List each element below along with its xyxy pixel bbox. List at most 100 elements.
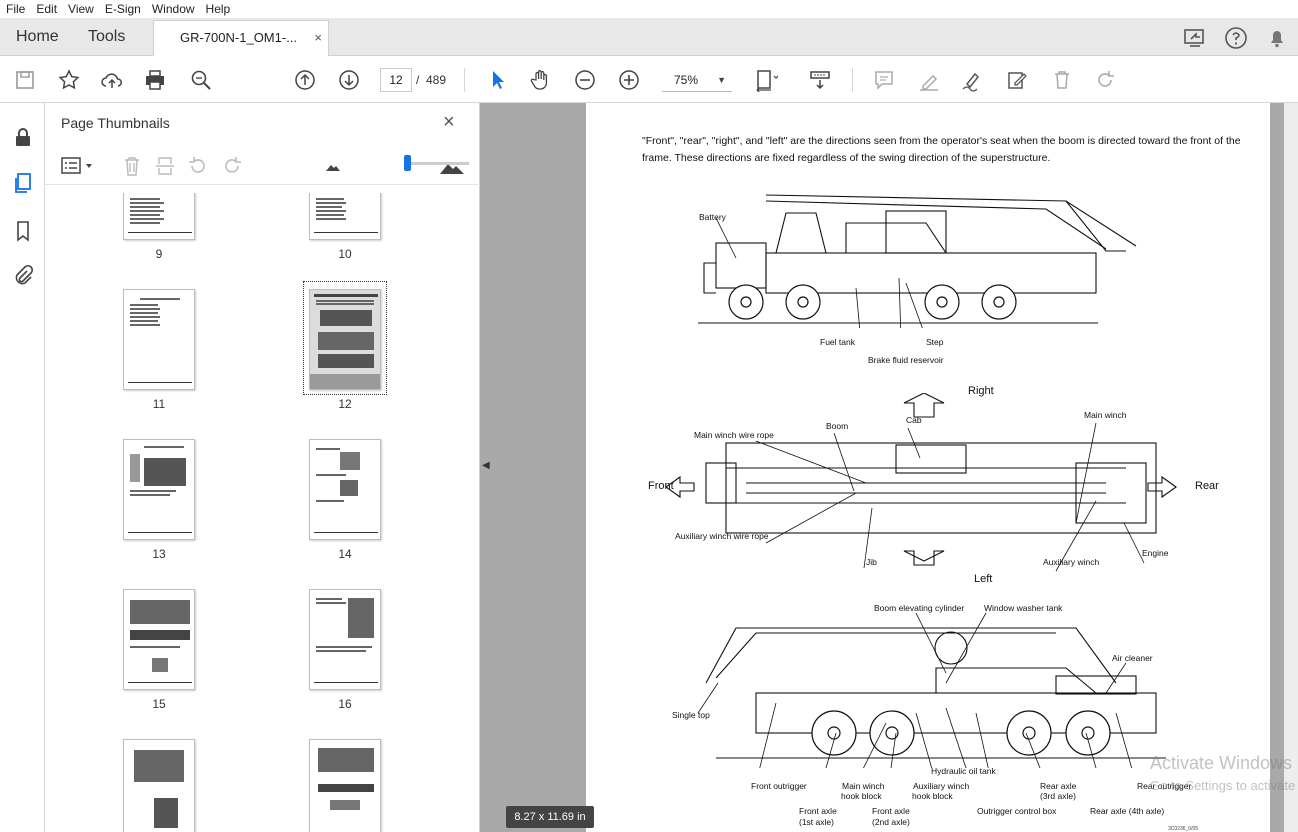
activation-watermark-title: Activate Windows [1150, 753, 1293, 773]
zoom-in-icon[interactable] [615, 66, 643, 94]
thumbnail-size-slider[interactable] [407, 162, 469, 165]
save-icon[interactable] [11, 66, 39, 94]
label-rear-axle-3-b: (3rd axle) [1040, 791, 1076, 801]
page-number-input[interactable]: 12 [380, 68, 412, 92]
page-total: 489 [426, 73, 447, 87]
toolbar-divider [464, 68, 465, 92]
thumbnail-label: 9 [155, 247, 163, 261]
activation-watermark-subtitle: Go to Settings to activate [1150, 778, 1296, 793]
bookmark-icon[interactable] [11, 219, 35, 243]
zoom-out-icon[interactable] [571, 66, 599, 94]
previous-page-icon[interactable] [291, 66, 319, 94]
print-icon[interactable] [141, 66, 169, 94]
next-page-icon[interactable] [335, 66, 363, 94]
lock-icon[interactable] [11, 125, 35, 149]
extract-page-icon[interactable] [154, 155, 176, 177]
scroll-mode-icon[interactable] [806, 66, 834, 94]
highlight-pen-icon[interactable] [915, 66, 943, 94]
menu-help[interactable]: Help [200, 0, 236, 18]
label-boom: Boom [826, 421, 849, 431]
menu-file[interactable]: File [0, 0, 30, 18]
redo-icon[interactable] [1091, 66, 1119, 94]
draw-signature-icon[interactable] [958, 66, 986, 94]
close-tab-icon[interactable]: × [314, 21, 322, 55]
close-panel-icon[interactable]: × [443, 111, 455, 134]
tab-home[interactable]: Home [16, 18, 59, 56]
large-thumbnail-icon[interactable] [439, 155, 465, 177]
label-left: Left [974, 573, 993, 585]
crane-other-side-diagram [697, 612, 1166, 768]
slider-handle[interactable] [404, 155, 411, 171]
page-thumbnail-16[interactable] [309, 589, 381, 690]
label-single-top: Single top [672, 710, 710, 720]
page-thumbnail[interactable] [123, 739, 195, 832]
thumbnail-label: 16 [338, 697, 352, 711]
crane-top-view-diagram [666, 393, 1177, 572]
page-thumbnail[interactable] [309, 739, 381, 832]
select-cursor-icon[interactable] [483, 66, 511, 94]
label-cab: Cab [906, 415, 922, 425]
label-window-washer-tank: Window washer tank [984, 603, 1063, 613]
comment-icon[interactable] [870, 66, 898, 94]
page-thumbnails-icon[interactable] [11, 171, 35, 195]
page-thumbnail-9[interactable] [123, 193, 195, 240]
page-thumbnail-14[interactable] [309, 439, 381, 540]
page-thumbnail-15[interactable] [123, 589, 195, 690]
label-step: Step [926, 337, 944, 347]
page-thumbnail-12[interactable] [309, 289, 381, 390]
tab-bar: Home Tools GR-700N-1_OM1-... × [0, 18, 1298, 57]
menu-bar: File Edit View E-Sign Window Help [0, 0, 1298, 18]
zoom-level-select[interactable]: 75% ▼ [662, 68, 732, 92]
attachment-icon[interactable] [11, 264, 35, 288]
label-engine: Engine [1142, 548, 1169, 558]
collapse-panel-icon[interactable]: ◀ [482, 460, 490, 471]
delete-icon[interactable] [1048, 66, 1076, 94]
label-main-winch-rope: Main winch wire rope [694, 430, 774, 440]
rotate-cw-icon[interactable] [221, 155, 243, 177]
share-screen-icon[interactable] [1182, 25, 1208, 51]
label-boom-elevating-cylinder: Boom elevating cylinder [874, 603, 965, 613]
hand-tool-icon[interactable] [526, 66, 554, 94]
upload-cloud-icon[interactable] [98, 66, 126, 94]
thumbnail-label: 14 [338, 547, 352, 561]
toolbar-divider [852, 68, 853, 92]
thumbnail-label: 12 [338, 397, 352, 411]
page-separator: / [416, 73, 420, 87]
delete-page-icon[interactable] [121, 155, 143, 177]
label-fuel-tank: Fuel tank [820, 337, 855, 347]
label-air-cleaner: Air cleaner [1112, 653, 1153, 663]
label-main-winch-hook-2: hook block [841, 791, 882, 801]
left-navigation-rail [0, 103, 45, 832]
help-icon[interactable] [1223, 25, 1249, 51]
figure-id: 3C0236_0/05 [1168, 826, 1199, 832]
menu-edit[interactable]: Edit [30, 0, 62, 18]
label-jib: Jib [866, 557, 877, 567]
tab-document-title: GR-700N-1_OM1-... [180, 30, 298, 45]
notification-bell-icon[interactable] [1264, 25, 1290, 51]
tab-document[interactable]: GR-700N-1_OM1-... × [153, 20, 329, 57]
thumbnail-options-icon[interactable] [61, 155, 95, 177]
document-scrollbar[interactable] [1284, 103, 1298, 832]
zoom-search-icon[interactable] [187, 66, 215, 94]
label-front-axle-2-a: Front axle [872, 806, 910, 816]
menu-esign[interactable]: E-Sign [99, 0, 146, 18]
page-thumbnail-10[interactable] [309, 193, 381, 240]
rotate-ccw-icon[interactable] [187, 155, 209, 177]
edit-text-icon[interactable] [1003, 66, 1031, 94]
label-main-winch: Main winch [1084, 410, 1127, 420]
small-thumbnail-icon[interactable] [325, 155, 341, 177]
tab-tools[interactable]: Tools [88, 18, 125, 56]
page-thumbnail-13[interactable] [123, 439, 195, 540]
label-front-axle-2-b: (2nd axle) [872, 817, 910, 827]
menu-window[interactable]: Window [146, 0, 200, 18]
menu-view[interactable]: View [62, 0, 99, 18]
label-front-axle-1-b: (1st axle) [799, 817, 834, 827]
label-aux-winch: Auxiliary winch [1043, 557, 1100, 567]
page-size-badge: 8.27 x 11.69 in [506, 806, 594, 828]
page-fit-icon[interactable] [752, 66, 780, 94]
page-thumbnail-11[interactable] [123, 289, 195, 390]
label-front-axle-1-a: Front axle [799, 806, 837, 816]
bookmark-star-icon[interactable] [55, 66, 83, 94]
label-front-outrigger: Front outrigger [751, 781, 807, 791]
label-aux-winch-hook-2: hook block [912, 791, 953, 801]
